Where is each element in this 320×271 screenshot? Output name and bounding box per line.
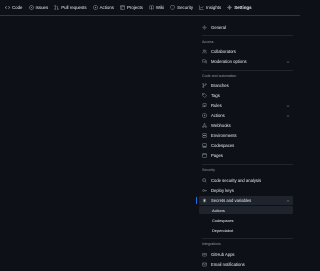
book-icon [149, 5, 154, 10]
issue-opened-icon [28, 5, 34, 10]
tab-settings-label: Settings [234, 5, 252, 10]
code-and-automation-heading: Code and automation [202, 74, 237, 78]
codescan-icon [202, 178, 207, 183]
tab-insights[interactable]: Insights [196, 0, 224, 15]
sidebar-item-branches-label: Branches [211, 83, 229, 88]
server-icon [202, 133, 207, 138]
integrations-heading: Integrations [202, 242, 221, 246]
sidebar-item-secrets-and-variables-label: Secrets and variables [211, 198, 252, 203]
sidebar-subitem-codespaces[interactable]: Codespaces [199, 216, 293, 224]
gear-icon [227, 5, 232, 10]
sidebar-subitem-actions[interactable]: Actions [199, 206, 293, 214]
sidebar-item-pages[interactable]: Pages [199, 151, 293, 160]
sidebar-item-tags-label: Tags [211, 93, 220, 98]
sidebar-item-general[interactable]: General [199, 23, 293, 32]
browser-icon [202, 153, 207, 158]
sidebar-item-deploy-keys-label: Deploy keys [211, 188, 234, 193]
security-heading: Security [202, 168, 215, 172]
tab-pull-requests-label: Pull requests [61, 5, 87, 10]
sidebar-item-pages-label: Pages [211, 153, 223, 158]
hubot-icon [202, 252, 207, 257]
sidebar-item-codespaces[interactable]: Codespaces [199, 141, 293, 150]
table-icon [120, 5, 125, 10]
sidebar-item-collaborators[interactable]: Collaborators [199, 47, 293, 56]
tab-code-label: Code [12, 5, 23, 10]
sidebar-item-webhooks[interactable]: Webhooks [199, 121, 293, 130]
sidebar-item-github-apps[interactable]: GitHub Apps [199, 250, 293, 259]
tab-actions[interactable]: Actions [90, 0, 117, 15]
sidebar-item-webhooks-label: Webhooks [211, 123, 231, 128]
access-heading: Access [202, 40, 214, 44]
chevron-down-icon [286, 104, 290, 108]
sidebar-item-general-label: General [211, 25, 226, 30]
tab-wiki[interactable]: Wiki [146, 0, 167, 15]
tab-issues[interactable]: Issues [26, 0, 52, 15]
tab-pull-requests[interactable]: Pull requests [51, 0, 89, 15]
divider [202, 70, 293, 71]
sidebar-item-codespaces-label: Codespaces [211, 143, 235, 148]
divider [202, 164, 293, 165]
divider [202, 35, 293, 36]
codespaces-icon [202, 143, 207, 148]
repo-push-icon [202, 103, 207, 108]
sidebar-item-environments-label: Environments [211, 133, 237, 138]
sidebar-item-tags[interactable]: Tags [199, 91, 293, 100]
sidebar-item-collaborators-label: Collaborators [211, 49, 236, 54]
tab-projects[interactable]: Projects [117, 0, 146, 15]
sidebar-item-actions-label: Actions [211, 113, 225, 118]
sidebar-item-rules-label: Rules [211, 103, 222, 108]
sidebar-item-environments[interactable]: Environments [199, 131, 293, 140]
tab-security[interactable]: Security [167, 0, 196, 15]
chevron-down-icon [286, 60, 290, 64]
play-icon [202, 113, 207, 118]
sidebar-item-rules[interactable]: Rules [199, 101, 293, 110]
sidebar-item-deploy-keys[interactable]: Deploy keys [199, 186, 293, 195]
sidebar-item-code-security[interactable]: Code security and analysis [199, 176, 293, 185]
tab-security-label: Security [177, 5, 194, 10]
sidebar-item-branches[interactable]: Branches [199, 81, 293, 90]
mail-icon [202, 262, 207, 267]
sidebar-item-github-apps-label: GitHub Apps [211, 252, 235, 257]
gear-icon [202, 25, 207, 30]
repo-navigation: Code Issues Pull requests Actions Projec… [0, 0, 300, 16]
sidebar-item-email-notifications-label: Email notifications [211, 262, 245, 267]
people-icon [202, 49, 207, 54]
sidebar-item-actions[interactable]: Actions [199, 111, 293, 120]
graph-icon [199, 5, 204, 10]
tab-issues-label: Issues [35, 5, 49, 10]
webhook-icon [202, 123, 207, 128]
sidebar-item-email-notifications[interactable]: Email notifications [199, 260, 293, 269]
shield-icon [170, 5, 175, 10]
tab-projects-label: Projects [127, 5, 143, 10]
git-pull-request-icon [54, 5, 59, 10]
tab-actions-label: Actions [99, 5, 114, 10]
tab-code[interactable]: Code [2, 0, 26, 15]
tab-insights-label: Insights [206, 5, 222, 10]
sidebar-item-secrets-and-variables[interactable]: Secrets and variables [196, 196, 293, 205]
play-icon [92, 5, 98, 10]
tab-settings[interactable]: Settings [224, 0, 254, 15]
sidebar-item-code-security-label: Code security and analysis [211, 178, 262, 183]
asterisk-icon [202, 198, 207, 203]
chevron-up-icon [286, 199, 290, 203]
git-branch-icon [202, 83, 207, 88]
tag-icon [202, 93, 207, 98]
comment-discussion-icon [202, 59, 207, 64]
key-icon [202, 188, 207, 193]
code-icon [5, 5, 10, 10]
settings-sidebar: General Access Collaborators Moderation … [196, 16, 299, 271]
tab-wiki-label: Wiki [155, 5, 165, 10]
sidebar-item-moderation-options-label: Moderation options [211, 59, 247, 64]
sidebar-item-moderation-options[interactable]: Moderation options [199, 57, 293, 66]
divider [202, 238, 293, 239]
sidebar-subitem-dependabot[interactable]: Dependabot [199, 226, 293, 234]
chevron-down-icon [286, 114, 290, 118]
